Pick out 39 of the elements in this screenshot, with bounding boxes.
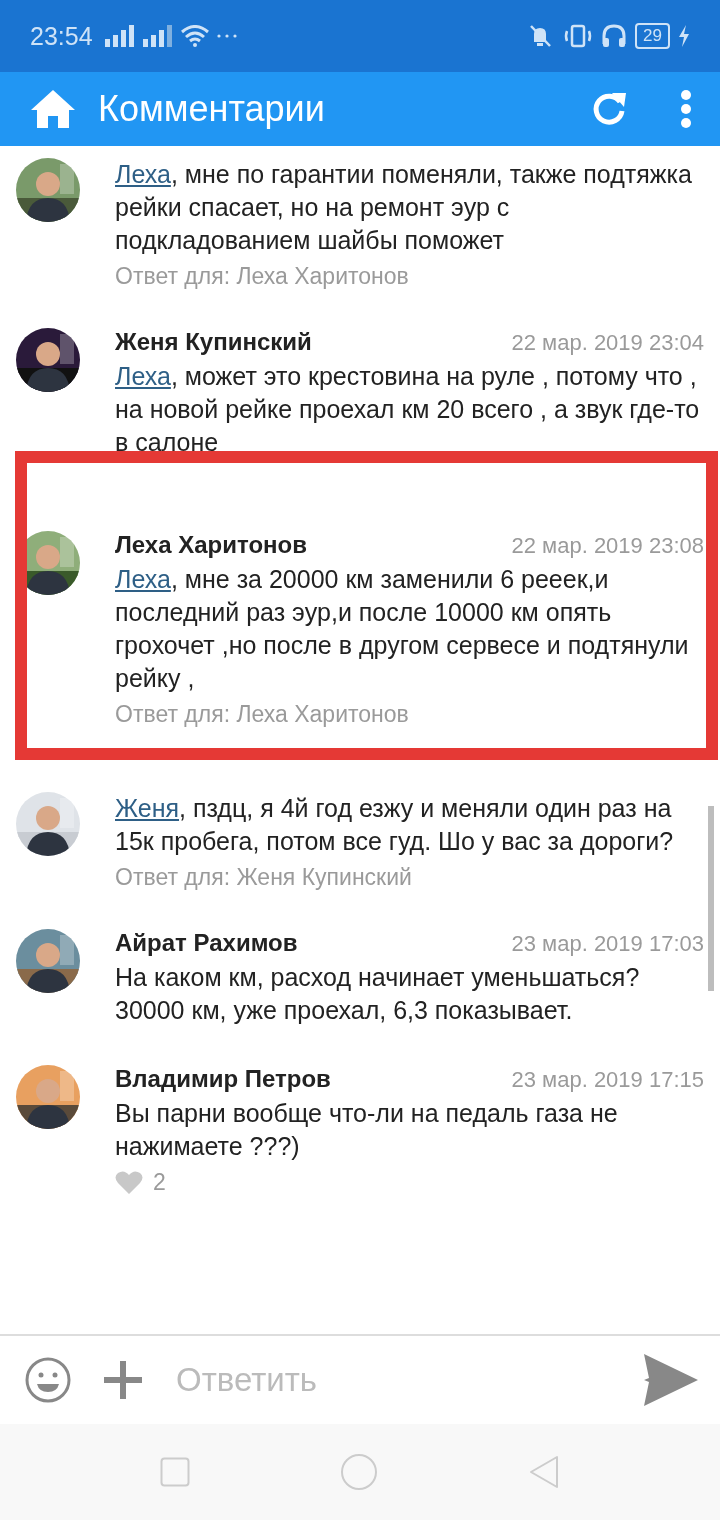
screen-title: Комментарии (98, 88, 326, 130)
reply-input[interactable]: Ответить (174, 1360, 612, 1400)
reply-to-label: Ответ для: Леха Харитонов (115, 263, 410, 290)
mention-link[interactable]: Леха (115, 565, 171, 593)
signal-icon (142, 25, 173, 47)
like-count: 2 (153, 1169, 166, 1196)
reply-to-label: Ответ для: Женя Купинский (115, 864, 413, 891)
emoji-icon[interactable] (24, 1356, 72, 1404)
comment-text: Вы парни вообще что-ли на педаль газа не нажимаете ???) (115, 1098, 619, 1162)
heart-icon[interactable] (115, 1170, 143, 1195)
more-icon (216, 34, 237, 38)
headphones-icon (601, 24, 628, 48)
comment-date: 22 мар. 2019 23:08 (511, 533, 704, 559)
comment-text: Женя, пздц, я 4й год езжу и меняли один раз на 15к пробега, потом все гуд. Шо у вас за дороги? (115, 793, 675, 857)
comment-text: На каком км, расход начинает уменьшаться? 30000 км, уже проехал, 6,3 показывает. (115, 962, 641, 1026)
author-name: Владимир Петров (115, 1065, 331, 1093)
plus-icon[interactable] (104, 1361, 142, 1399)
clock: 23:54 (30, 21, 93, 51)
comment-date: 22 мар. 2019 23:04 (511, 330, 704, 356)
comment-date: 23 мар. 2019 17:15 (511, 1067, 704, 1093)
menu-icon[interactable] (680, 90, 692, 128)
vibrate-icon (563, 24, 594, 48)
mention-link[interactable]: Леха (115, 362, 171, 390)
comment-text: Леха, мне за 20000 км заменили 6 рееек,и последний раз эур,и после 10000 км опять грохочет ,но после в другом сервесе и подтянули рейку , (115, 564, 690, 694)
signal-icon (104, 25, 135, 47)
author-name: Леха Харитонов (115, 531, 307, 559)
mention-link[interactable]: Женя (115, 794, 180, 822)
comment-text: Леха, мне по гарантии поменяли, также подтяжка рейки спасает, но на ремонт эур с подкладованием шайбы поможет (115, 159, 693, 256)
author-name: Айрат Рахимов (115, 929, 298, 957)
wifi-icon (180, 25, 209, 47)
mention-link[interactable]: Леха (115, 160, 171, 188)
home-icon[interactable] (30, 89, 76, 129)
author-name: Женя Купинский (115, 328, 312, 356)
charging-icon (678, 25, 690, 47)
battery-indicator: 29 (635, 23, 670, 49)
comment-text: Леха, может это крестовина на руле , потому что , на новой рейке проехал км 20 всего , а звук где-то в салоне (115, 361, 701, 458)
reply-to-label: Ответ для: Леха Харитонов (115, 701, 410, 728)
comment-date: 23 мар. 2019 17:03 (511, 931, 704, 957)
send-icon[interactable] (644, 1354, 698, 1406)
